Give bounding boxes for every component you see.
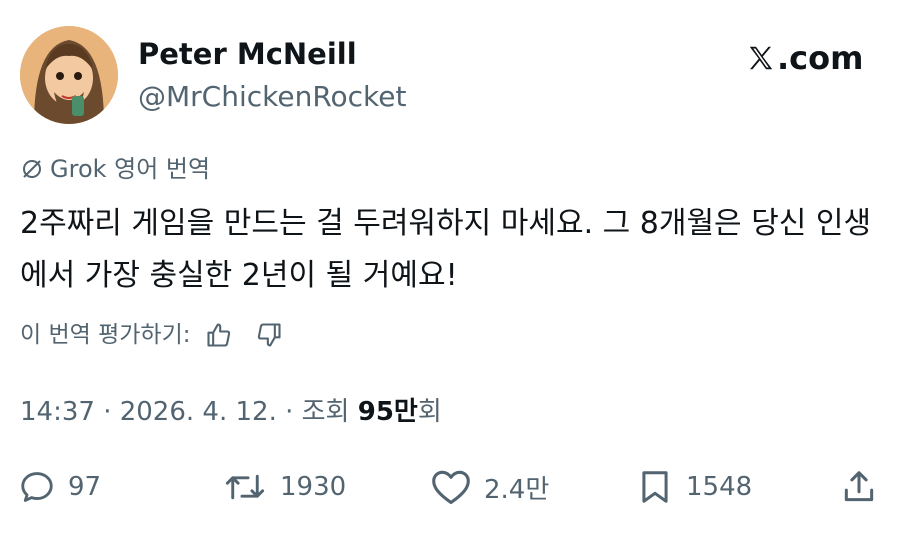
tweet-text: 2주짜리 게임을 만드는 걸 두려워하지 마세요. 그 8개월은 당신 인생에서… (20, 206, 872, 293)
heart-icon (432, 470, 470, 505)
reply-count: 97 (68, 472, 102, 502)
retweet-icon (225, 474, 265, 500)
share-icon (844, 471, 874, 502)
tweet-meta: 14:37 · 2026. 4. 12. · 조회 95만회 (20, 392, 442, 432)
timestamp[interactable]: 14:37 · 2026. 4. 12. · 조회 (20, 397, 358, 427)
reply-icon (21, 472, 53, 502)
grok-icon (23, 160, 41, 178)
rate-translation: 이 번역 평가하기: (20, 318, 283, 352)
like-count: 2.4만 (484, 474, 550, 505)
translation-text: Grok 영어 번역 (50, 155, 211, 183)
x-logo-icon (749, 46, 773, 70)
bookmark-button[interactable]: 1548 (636, 462, 752, 512)
author-handle[interactable]: @MrChickenRocket (138, 78, 406, 116)
rate-label: 이 번역 평가하기: (20, 322, 191, 348)
thumbs-up-icon[interactable] (205, 321, 233, 349)
bookmark-count: 1548 (686, 472, 753, 502)
brand-text: .com (777, 39, 864, 77)
view-count: 95만 (357, 397, 418, 427)
brand-label: .com (746, 38, 863, 78)
retweet-button[interactable]: 1930 (222, 462, 346, 512)
avatar[interactable] (20, 26, 118, 124)
thumbs-down-icon[interactable] (255, 321, 283, 349)
like-button[interactable]: 2.4만 (430, 462, 549, 512)
avatar-image (20, 26, 118, 124)
retweet-count: 1930 (280, 472, 347, 502)
share-button[interactable] (840, 462, 890, 512)
bookmark-icon (642, 471, 668, 503)
translation-label[interactable]: Grok 영어 번역 (20, 152, 210, 186)
action-bar: 97 1930 2.4만 1548 (18, 462, 888, 512)
view-suffix: 회 (417, 397, 442, 427)
author-display-name[interactable]: Peter McNeill (138, 34, 357, 74)
reply-button[interactable]: 97 (18, 462, 101, 512)
